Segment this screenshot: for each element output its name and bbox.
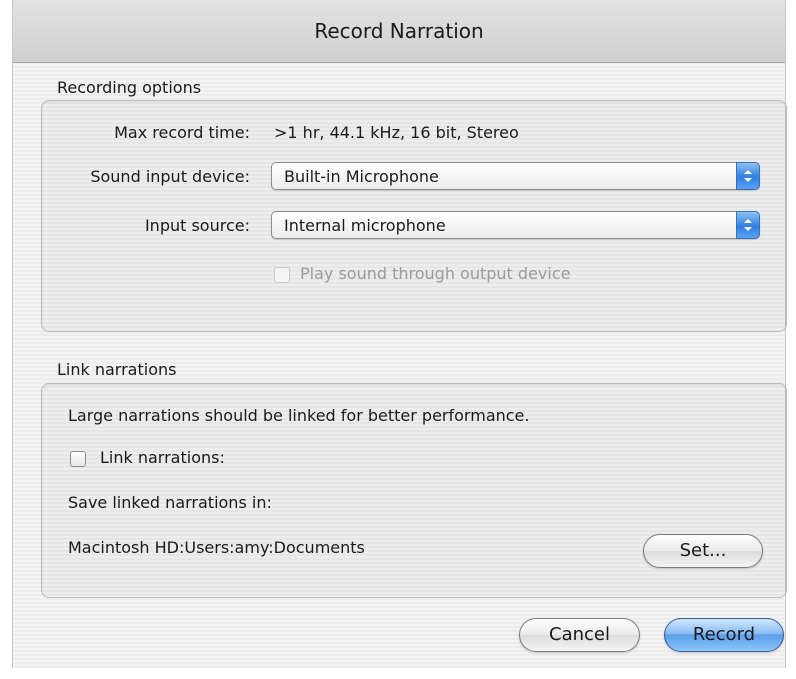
input-source-label: Input source: <box>144 216 250 235</box>
input-source-popup[interactable]: Internal microphone <box>271 211 760 239</box>
play-through-output-checkbox[interactable] <box>274 267 290 283</box>
record-narration-dialog: Record Narration Recording options Max r… <box>12 0 787 668</box>
popup-arrows-icon <box>736 162 760 190</box>
link-narrations-checkbox-label: Link narrations: <box>100 448 225 467</box>
dialog-title: Record Narration <box>13 0 785 63</box>
set-button[interactable]: Set... <box>643 534 763 568</box>
save-path-value: Macintosh HD:Users:amy:Documents <box>68 538 365 557</box>
sound-input-device-value: Built-in Microphone <box>284 167 439 186</box>
sound-input-device-popup[interactable]: Built-in Microphone <box>271 162 760 190</box>
input-source-value: Internal microphone <box>284 216 446 235</box>
link-narrations-checkbox[interactable] <box>70 451 86 467</box>
popup-arrows-icon <box>736 211 760 239</box>
recording-options-group: Max record time: >1 hr, 44.1 kHz, 16 bit… <box>41 100 787 332</box>
record-button[interactable]: Record <box>664 618 784 652</box>
save-linked-narrations-label: Save linked narrations in: <box>68 493 272 512</box>
link-narrations-heading: Link narrations <box>57 360 177 379</box>
link-narrations-group: Large narrations should be linked for be… <box>41 383 787 598</box>
max-record-time-label: Max record time: <box>114 123 250 142</box>
cancel-button[interactable]: Cancel <box>519 618 640 652</box>
max-record-time-value: >1 hr, 44.1 kHz, 16 bit, Stereo <box>274 123 519 142</box>
recording-options-heading: Recording options <box>57 78 202 97</box>
link-narrations-info: Large narrations should be linked for be… <box>68 406 530 425</box>
sound-input-device-label: Sound input device: <box>90 167 250 186</box>
play-through-output-label: Play sound through output device <box>300 264 571 283</box>
